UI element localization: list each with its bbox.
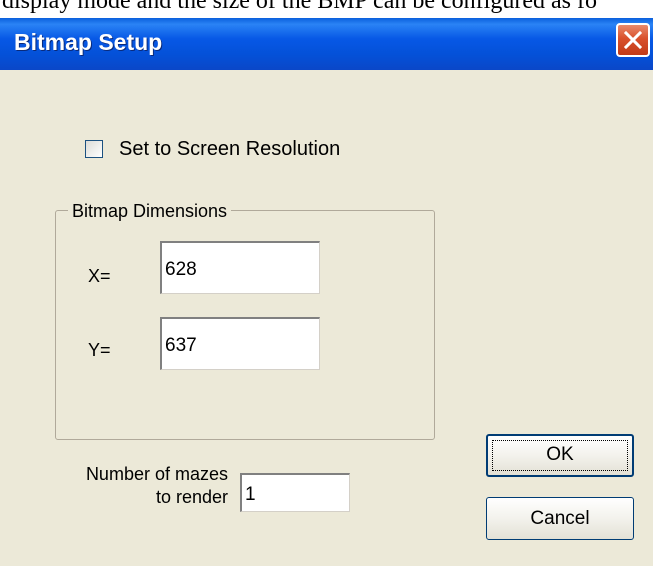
cancel-label: Cancel bbox=[530, 508, 590, 529]
ok-button[interactable]: OK bbox=[486, 434, 634, 477]
close-button[interactable] bbox=[616, 23, 650, 57]
maze-count-input[interactable] bbox=[240, 473, 350, 512]
bitmap-setup-dialog: Bitmap Setup Set to Screen Resolution Bi… bbox=[0, 18, 653, 566]
maze-count-label-line1: Number of mazes bbox=[85, 464, 228, 484]
x-dimension-input[interactable] bbox=[160, 241, 320, 294]
document-caption: display mode and the size of the BMP can… bbox=[0, 0, 653, 18]
ok-label: OK bbox=[546, 444, 574, 465]
dialog-title: Bitmap Setup bbox=[14, 29, 163, 55]
x-label: X= bbox=[88, 266, 111, 286]
screen-resolution-label[interactable]: Set to Screen Resolution bbox=[119, 138, 340, 161]
bitmap-dimensions-title: Bitmap Dimensions bbox=[68, 201, 232, 222]
cancel-button[interactable]: Cancel bbox=[486, 497, 634, 540]
maze-count-label-line2: to render bbox=[155, 487, 228, 507]
title-bar[interactable]: Bitmap Setup bbox=[0, 18, 653, 70]
caption-text: display mode and the size of the BMP can… bbox=[2, 0, 597, 14]
screen-resolution-checkbox[interactable] bbox=[85, 140, 103, 158]
y-label: Y= bbox=[88, 340, 111, 360]
close-icon bbox=[624, 31, 642, 49]
y-dimension-input[interactable] bbox=[160, 317, 320, 370]
maze-count-label: Number of mazes to render bbox=[40, 463, 228, 509]
